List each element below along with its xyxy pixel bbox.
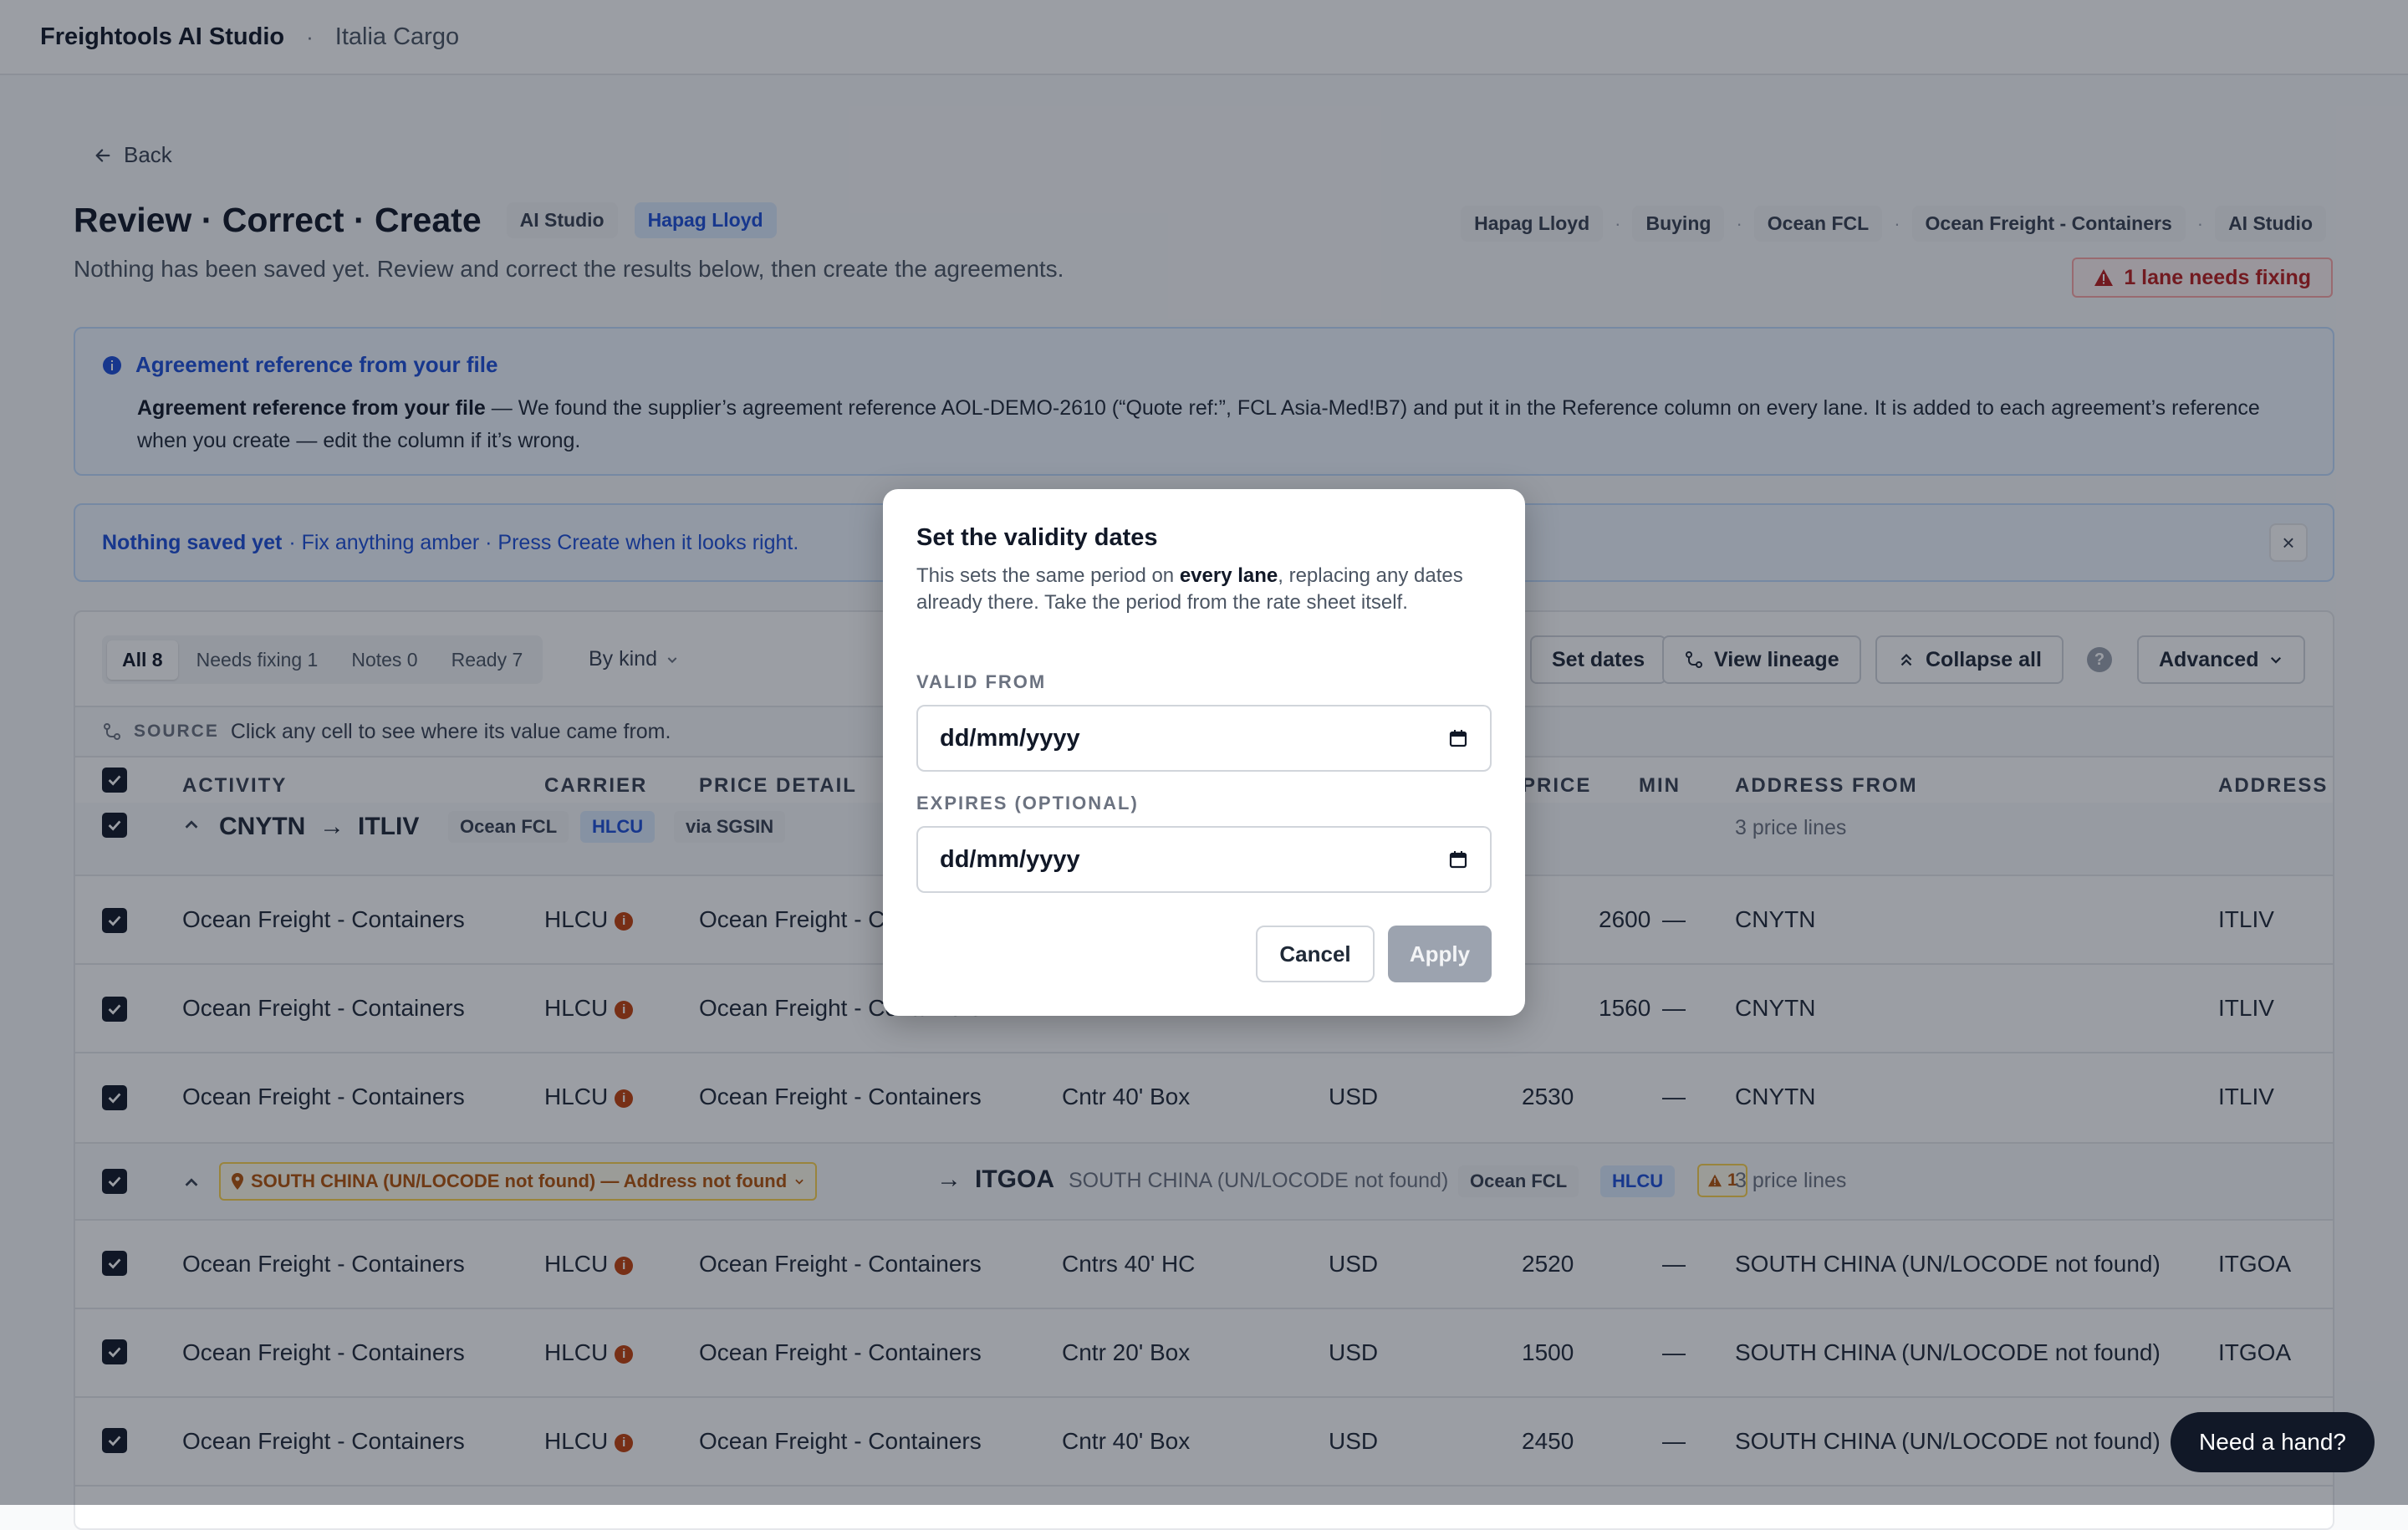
dialog-text-start: This sets the same period on [916,564,1180,587]
calendar-icon[interactable] [1448,728,1468,748]
dialog-description: This sets the same period on every lane,… [916,563,1485,616]
valid-from-label: VALID FROM [916,671,1047,692]
calendar-icon[interactable] [1448,849,1468,870]
valid-from-date-input[interactable]: dd/mm/yyyy [916,705,1492,772]
cancel-button[interactable]: Cancel [1256,926,1375,982]
set-validity-dates-dialog: Set the validity dates This sets the sam… [883,489,1525,1016]
expires-value: dd/mm/yyyy [940,845,1080,873]
app-root: Freightools AI Studio · Italia Cargo Bac… [0,0,2408,1530]
need-help-button[interactable]: Need a hand? [2171,1412,2375,1472]
expires-label: EXPIRES (OPTIONAL) [916,793,1139,813]
dialog-title: Set the validity dates [916,524,1158,551]
valid-from-value: dd/mm/yyyy [940,724,1080,752]
dialog-text-emphasis: every lane [1179,564,1278,587]
apply-button[interactable]: Apply [1388,926,1492,982]
expires-date-input[interactable]: dd/mm/yyyy [916,826,1492,893]
